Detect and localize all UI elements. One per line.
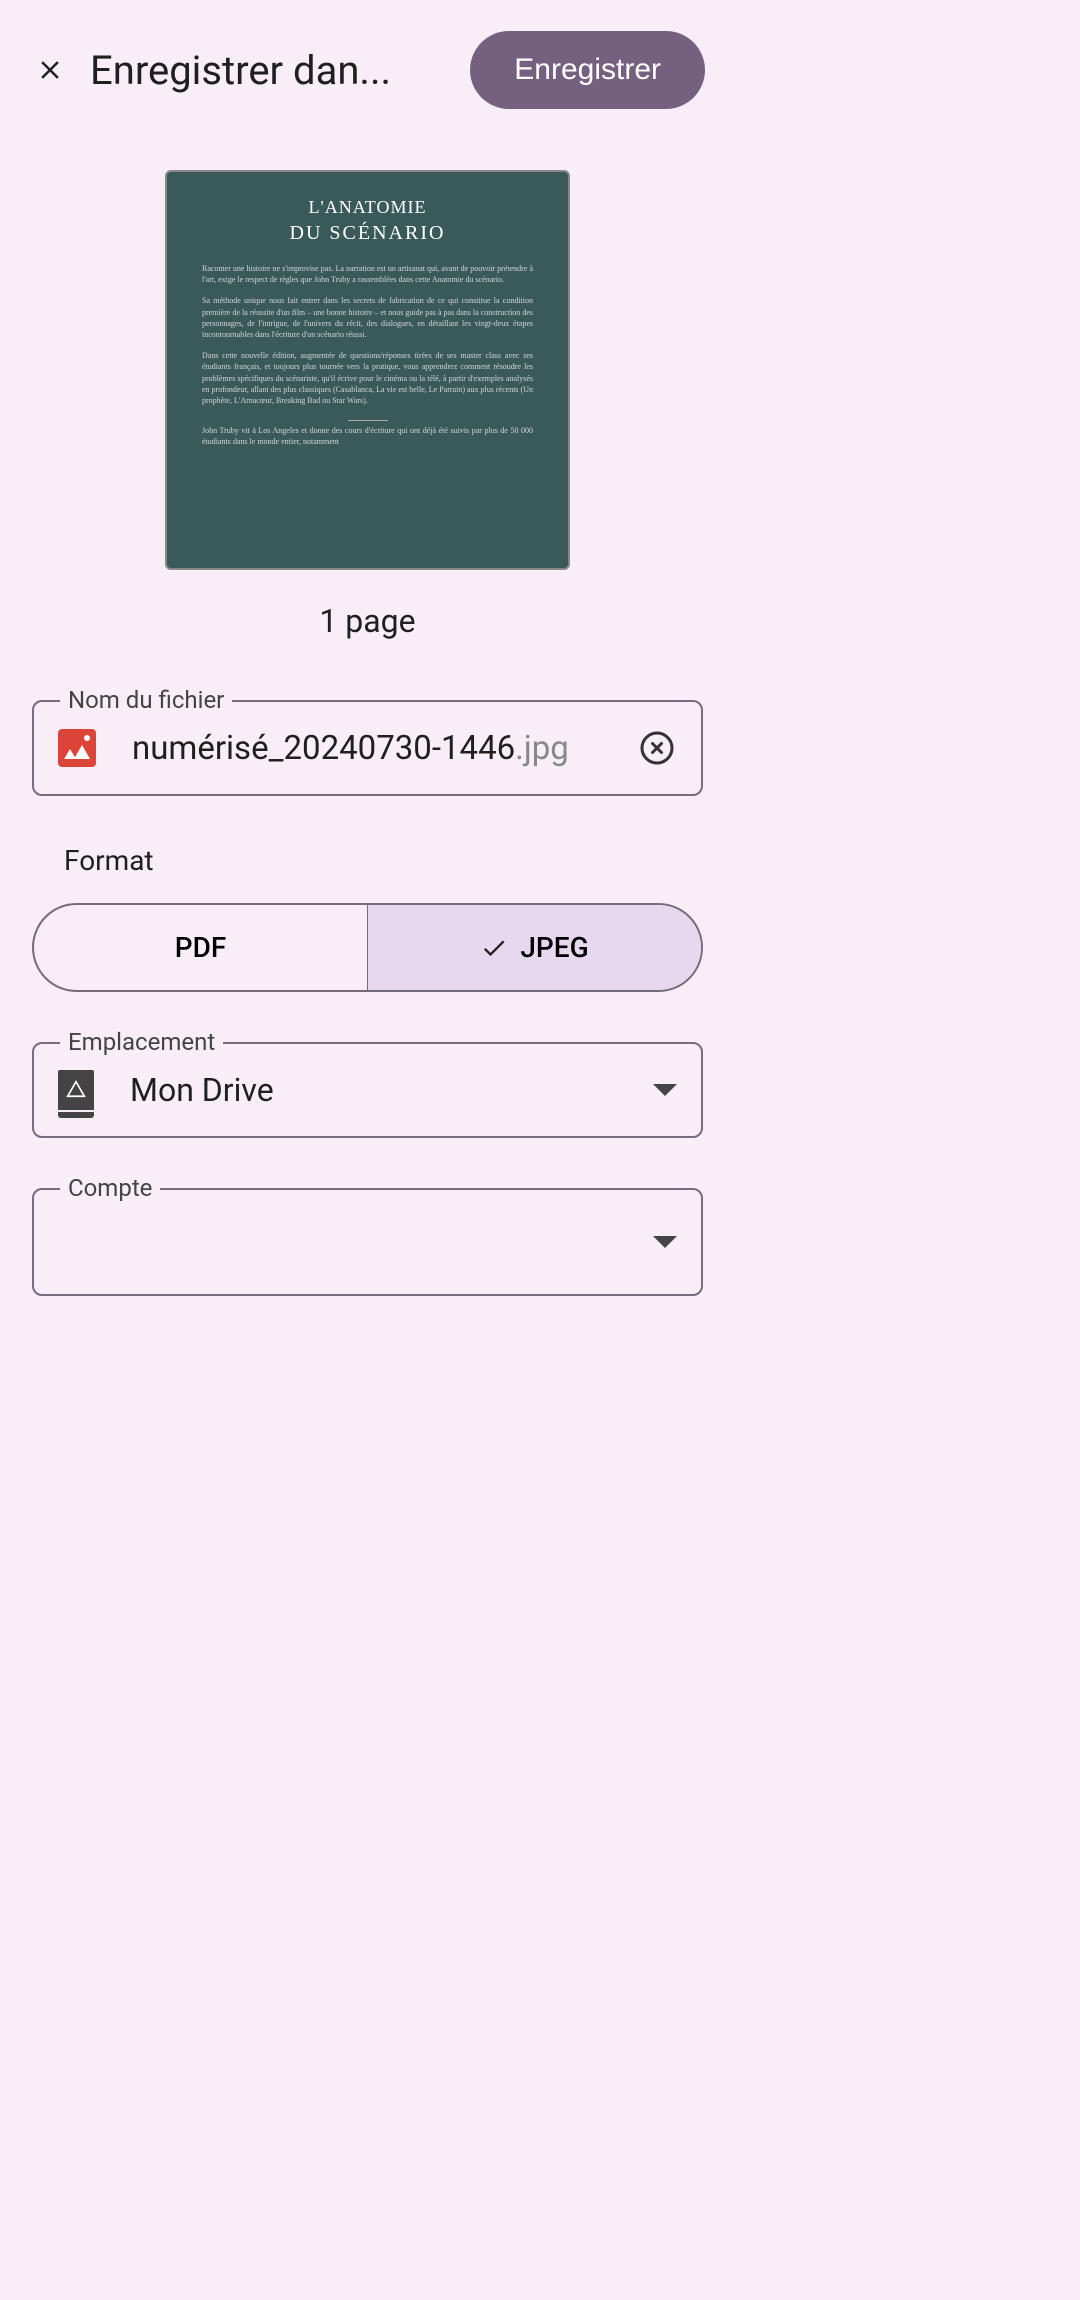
image-file-icon [58, 729, 96, 767]
filename-input[interactable]: numérisé_20240730-1446.jpg [132, 729, 601, 768]
location-select[interactable]: Mon Drive [32, 1042, 703, 1138]
clear-icon[interactable] [637, 728, 677, 768]
format-label: Format [64, 844, 703, 877]
page-title: Enregistrer dan... [90, 47, 450, 94]
format-option-jpeg[interactable]: JPEG [368, 905, 701, 990]
preview-subtitle: DU SCÉNARIO [290, 222, 446, 245]
preview-para: Dans cette nouvelle édition, augmentée d… [202, 350, 533, 406]
account-select[interactable] [32, 1188, 703, 1296]
drive-icon [58, 1070, 94, 1110]
location-legend: Emplacement [60, 1028, 223, 1056]
account-legend: Compte [60, 1174, 160, 1202]
account-field: Compte [32, 1188, 703, 1296]
chevron-down-icon [653, 1084, 677, 1096]
preview-footer: John Truby vit à Los Angeles et donne de… [202, 425, 533, 447]
page-count: 1 page [319, 602, 415, 640]
close-icon[interactable] [30, 50, 70, 90]
location-field: Emplacement Mon Drive [32, 1042, 703, 1138]
chevron-down-icon [653, 1236, 677, 1248]
preview-title: L'ANATOMIE [309, 197, 427, 218]
filename-legend: Nom du fichier [60, 686, 232, 714]
save-button[interactable]: Enregistrer [470, 31, 705, 109]
header: Enregistrer dan... Enregistrer [0, 0, 735, 140]
preview-para: Raconter une histoire ne s'improvise pas… [202, 263, 533, 285]
divider [348, 420, 388, 421]
filename-field: Nom du fichier numérisé_20240730-1446.jp… [32, 700, 703, 796]
scan-preview[interactable]: L'ANATOMIE DU SCÉNARIO Raconter une hist… [165, 170, 570, 570]
preview-para: Sa méthode unique nous fait entrer dans … [202, 295, 533, 340]
check-icon [480, 934, 508, 962]
format-option-pdf[interactable]: PDF [34, 905, 368, 990]
location-value: Mon Drive [130, 1071, 617, 1109]
preview-container: L'ANATOMIE DU SCÉNARIO Raconter une hist… [0, 140, 735, 650]
filename-box[interactable]: numérisé_20240730-1446.jpg [32, 700, 703, 796]
format-segmented: PDF JPEG [32, 903, 703, 992]
form: Nom du fichier numérisé_20240730-1446.jp… [0, 700, 735, 1296]
